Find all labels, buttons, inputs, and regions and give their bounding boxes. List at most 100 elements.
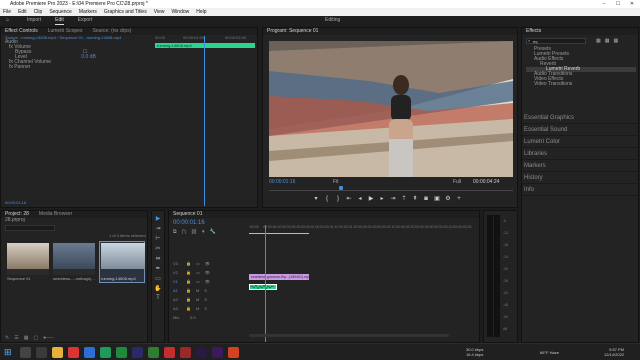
- task-view-icon[interactable]: [36, 347, 47, 358]
- menu-help[interactable]: Help: [196, 8, 206, 16]
- tab-import[interactable]: Import: [27, 16, 41, 25]
- timeline-ruler[interactable]: :00:00 00:00:00:10 00:00:00:20 00:00:01:…: [249, 225, 479, 233]
- ripple-edit-icon[interactable]: ⊢: [155, 235, 160, 242]
- app-icon-3[interactable]: [132, 347, 143, 358]
- app-icon-4[interactable]: [148, 347, 159, 358]
- extract-icon[interactable]: ⇞: [412, 196, 418, 202]
- tree-video-transitions[interactable]: Video Transitions: [526, 82, 636, 87]
- go-to-out-icon[interactable]: ⇥: [390, 196, 396, 202]
- menu-view[interactable]: View: [154, 8, 165, 16]
- track-select-icon[interactable]: ⇥: [155, 225, 160, 232]
- menu-file[interactable]: File: [3, 8, 11, 16]
- section-libraries[interactable]: Libraries: [522, 148, 640, 160]
- tab-source[interactable]: Source: (no clips): [92, 28, 131, 35]
- linked-icon[interactable]: ⛓: [191, 229, 197, 235]
- mark-out-icon[interactable]: }: [335, 196, 341, 202]
- section-history[interactable]: History: [522, 172, 640, 184]
- start-icon[interactable]: ⊞: [4, 347, 12, 358]
- zoom-slider[interactable]: ●──: [43, 335, 53, 341]
- track-mix[interactable]: Mix 0.0: [173, 313, 247, 322]
- step-forward-icon[interactable]: ▸: [379, 196, 385, 202]
- rectangle-icon[interactable]: ▭: [155, 275, 161, 282]
- app-icon-1[interactable]: [84, 347, 95, 358]
- step-back-icon[interactable]: ◂: [357, 196, 363, 202]
- export-frame-icon[interactable]: ◙: [423, 196, 429, 202]
- program-scrubber[interactable]: [269, 190, 513, 191]
- section-essential-graphics[interactable]: Essential Graphics: [522, 112, 640, 124]
- fit-dropdown[interactable]: Fit: [333, 179, 339, 185]
- accelerated-icon[interactable]: ▦: [596, 38, 601, 44]
- tab-effect-controls[interactable]: Effect Controls: [5, 28, 38, 35]
- section-info[interactable]: Info: [522, 184, 640, 196]
- tab-lumetri-scopes[interactable]: Lumetri Scopes: [48, 28, 83, 35]
- tab-sequence[interactable]: Sequence 01: [173, 211, 202, 218]
- fx-clip-bar[interactable]: running-14608.mp4: [155, 43, 255, 48]
- freeform-view-icon[interactable]: ▢: [33, 335, 38, 341]
- track-v2[interactable]: V2 🔒 ▭ 👁: [173, 268, 247, 277]
- after-effects-icon[interactable]: [196, 347, 207, 358]
- menu-window[interactable]: Window: [171, 8, 189, 16]
- menu-edit[interactable]: Edit: [18, 8, 27, 16]
- pen-icon[interactable]: ✒: [155, 265, 160, 272]
- excel-icon[interactable]: [116, 347, 127, 358]
- clock[interactable]: 9:57 PM 12/14/2022: [604, 347, 624, 357]
- thumb-seamless[interactable]: [53, 243, 95, 275]
- track-a1[interactable]: A1 🔒 M S: [173, 286, 247, 295]
- project-search-input[interactable]: [5, 225, 55, 231]
- menu-clip[interactable]: Clip: [34, 8, 43, 16]
- thumb-sequence[interactable]: [7, 243, 49, 275]
- premiere-icon[interactable]: [212, 347, 223, 358]
- minimize-button[interactable]: –: [597, 0, 611, 8]
- timeline-playhead[interactable]: [265, 225, 266, 342]
- clip-a1[interactable]: [249, 284, 277, 290]
- timeline-scrollbar[interactable]: [249, 334, 449, 337]
- hand-icon[interactable]: ✋: [154, 285, 161, 292]
- lift-icon[interactable]: ⇡: [401, 196, 407, 202]
- list-view-icon[interactable]: ☰: [14, 335, 18, 341]
- compare-icon[interactable]: ▣: [434, 196, 440, 202]
- track-v3[interactable]: V3 🔒 ▭ 👁: [173, 259, 247, 268]
- effects-title[interactable]: Effects: [526, 28, 541, 35]
- tab-export[interactable]: Export: [78, 16, 92, 25]
- slip-icon[interactable]: ⇹: [155, 255, 160, 262]
- program-title[interactable]: Program: Sequence 01: [267, 28, 318, 35]
- yuv-icon[interactable]: ▦: [613, 38, 618, 44]
- selection-tool-icon[interactable]: ▶: [156, 215, 161, 222]
- mark-in-icon[interactable]: {: [324, 196, 330, 202]
- app-icon-7[interactable]: [228, 347, 239, 358]
- menu-sequence[interactable]: Sequence: [49, 8, 72, 16]
- section-markers[interactable]: Markers: [522, 160, 640, 172]
- close-button[interactable]: ✕: [625, 0, 639, 8]
- icon-view-icon[interactable]: ▦: [24, 335, 29, 341]
- type-icon[interactable]: T: [156, 295, 160, 301]
- effects-search-input[interactable]: eq: [526, 38, 586, 44]
- weather[interactable]: 66°F Haze: [540, 350, 559, 355]
- search-taskbar-icon[interactable]: [20, 347, 31, 358]
- 32bit-icon[interactable]: ▦: [605, 38, 610, 44]
- app-icon-2[interactable]: [100, 347, 111, 358]
- maximize-button[interactable]: ☐: [611, 0, 625, 8]
- play-icon[interactable]: ▶: [368, 196, 374, 202]
- browser-icon[interactable]: [68, 347, 79, 358]
- section-essential-sound[interactable]: Essential Sound: [522, 124, 640, 136]
- home-icon[interactable]: ⌂: [6, 16, 9, 25]
- go-to-in-icon[interactable]: ⇤: [346, 196, 352, 202]
- add-marker-icon[interactable]: ▾: [313, 196, 319, 202]
- track-a3[interactable]: A3 🔒 M S: [173, 304, 247, 313]
- menu-graphics[interactable]: Graphics and Titles: [104, 8, 147, 16]
- fx-panner[interactable]: fx Panner: [1, 65, 257, 70]
- button-editor-icon[interactable]: +: [456, 196, 462, 202]
- settings-icon[interactable]: ⚙: [445, 196, 451, 202]
- clip-v1[interactable]: seamless-gucecon-fhp...(180401).mp4 [V]: [249, 274, 309, 280]
- pencil-icon[interactable]: ✎: [5, 335, 9, 341]
- work-area-bar[interactable]: [249, 233, 309, 234]
- menu-markers[interactable]: Markers: [79, 8, 97, 16]
- track-v1[interactable]: V1 🔒 ▭ 👁: [173, 277, 247, 286]
- tab-edit[interactable]: Edit: [55, 16, 64, 25]
- section-lumetri-color[interactable]: Lumetri Color: [522, 136, 640, 148]
- fx-playhead[interactable]: [204, 36, 205, 206]
- marker-icon[interactable]: ▾: [202, 229, 205, 235]
- tab-media-browser[interactable]: Media Browser: [39, 211, 72, 218]
- razor-icon[interactable]: ✂: [155, 245, 160, 252]
- quality-dropdown[interactable]: Full: [453, 179, 461, 185]
